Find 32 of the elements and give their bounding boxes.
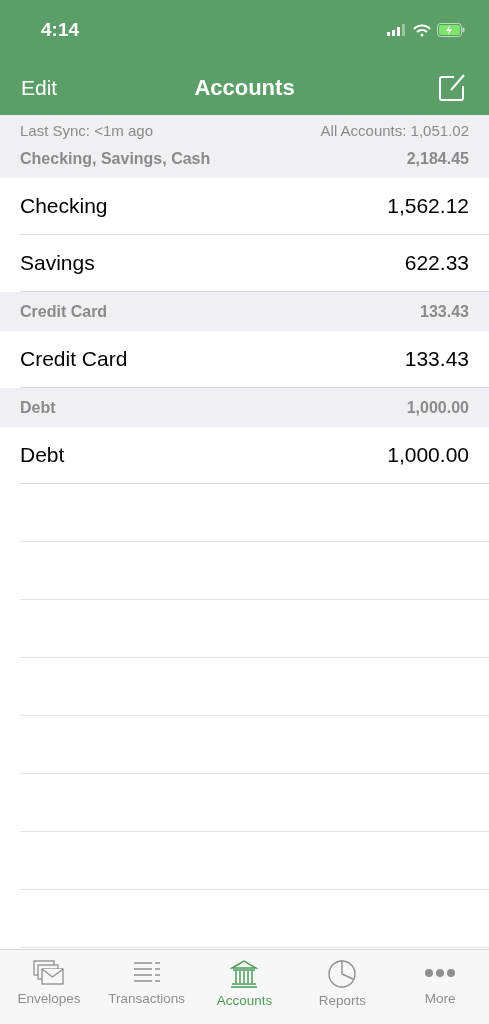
section-name: Debt <box>20 398 56 417</box>
battery-icon <box>437 23 465 37</box>
account-name[interactable]: Savings <box>20 251 95 275</box>
account-balance: 1,562.12 <box>387 194 469 218</box>
section-name: Checking, Savings, Cash <box>20 149 211 168</box>
all-accounts-total: All Accounts: 1,051.02 <box>320 122 469 139</box>
account-name[interactable]: Credit Card <box>20 347 128 371</box>
tab-item[interactable]: Envelopes <box>0 950 98 1024</box>
account-name[interactable]: Checking <box>20 194 108 218</box>
envelopes-icon <box>32 959 65 987</box>
tab-item[interactable]: Reports <box>293 950 392 1024</box>
section-total: 1,000.00 <box>406 398 469 417</box>
account-name[interactable]: Debt <box>20 443 65 467</box>
section-name: Credit Card <box>20 302 108 321</box>
status-time: 4:14 <box>41 19 80 41</box>
tab-item[interactable]: More <box>391 950 489 1024</box>
section-total: 2,184.45 <box>406 149 469 168</box>
section-total: 133.43 <box>420 302 469 321</box>
account-balance: 622.33 <box>404 251 469 275</box>
nav-title: Accounts <box>194 74 295 100</box>
last-sync-text: Last Sync: <1m ago <box>20 122 153 139</box>
signal-icon <box>387 24 407 36</box>
bank-icon <box>229 959 260 989</box>
tab-item[interactable]: Transactions <box>97 950 196 1024</box>
compose-button[interactable] <box>437 72 467 103</box>
tab-item[interactable]: Accounts <box>195 950 294 1024</box>
account-balance: 133.43 <box>404 347 469 371</box>
pie-chart-icon <box>327 959 358 989</box>
account-balance: 1,000.00 <box>387 443 469 467</box>
more-icon <box>424 969 457 977</box>
edit-button[interactable]: Edit <box>21 75 58 100</box>
wifi-icon <box>413 23 431 37</box>
